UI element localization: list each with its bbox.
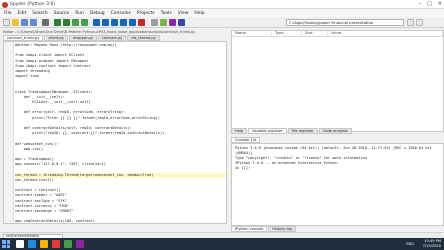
tray-date: 7/19/2020 — [422, 243, 441, 248]
new-file-icon[interactable] — [3, 19, 10, 26]
maximize-pane-icon[interactable] — [151, 19, 158, 26]
file-explorer-taskbar-icon[interactable] — [40, 240, 48, 248]
browse-directory-icon[interactable] — [407, 18, 414, 26]
column-value[interactable]: Value — [328, 31, 443, 36]
variable-explorer[interactable]: Name Type Size Value — [231, 30, 444, 132]
console-line: Python 3.6.6 |Anaconda custom (64-bit)| … — [235, 146, 435, 155]
print-icon[interactable] — [42, 19, 49, 26]
code-editor[interactable]: #Author: Mayank Rasu (http://rasuquant.c… — [3, 41, 227, 224]
step-return-icon[interactable] — [120, 19, 127, 26]
window-controls: – □ ✕ — [419, 1, 442, 7]
step-into-icon[interactable] — [111, 19, 118, 26]
minimize-button[interactable]: – — [419, 1, 422, 7]
preferences-icon[interactable] — [160, 19, 167, 26]
open-folder-icon[interactable] — [12, 19, 19, 26]
column-size[interactable]: Size — [302, 31, 328, 36]
tray-language[interactable]: ENG — [406, 242, 414, 246]
menu-search[interactable]: Search — [32, 11, 47, 16]
menu-source[interactable]: Source — [54, 11, 69, 16]
search-taskbar-icon[interactable] — [16, 240, 24, 248]
column-name[interactable]: Name — [232, 31, 272, 36]
save-icon[interactable] — [21, 19, 28, 26]
tab-variable-explorer[interactable]: Variable explorer — [248, 128, 287, 134]
pythonpath-manager-icon[interactable] — [178, 19, 185, 26]
run-selection-icon[interactable] — [81, 19, 88, 26]
code-lines[interactable]: #Author: Mayank Rasu (http://rasuquant.c… — [15, 43, 226, 223]
tab-file-explorer[interactable]: File explorer — [287, 128, 318, 134]
code-line[interactable]: app.reqContractDetails(100, contract) — [15, 219, 226, 223]
system-tray[interactable]: 10:49 PM 7/19/2020 — [423, 239, 441, 248]
run-cell-icon[interactable] — [63, 19, 70, 26]
parent-directory-icon[interactable] — [416, 18, 423, 26]
tab-code-analysis[interactable]: Code analysis — [318, 128, 352, 134]
column-type[interactable]: Type — [272, 31, 302, 36]
task-view-icon[interactable] — [28, 240, 36, 248]
menu-file[interactable]: File — [4, 11, 12, 16]
windows-taskbar: 10:49 PM 7/19/2020 ENG — [0, 238, 444, 250]
console-line: In [1]: — [235, 166, 251, 170]
menu-tools[interactable]: Tools — [161, 11, 172, 16]
menu-edit[interactable]: Edit — [18, 11, 27, 16]
menu-projects[interactable]: Projects — [137, 11, 155, 16]
ipython-console[interactable]: Python 3.6.6 |Anaconda custom (64-bit)| … — [231, 143, 444, 226]
window-title: Spyder (Python 3.6) — [10, 1, 55, 7]
spyder-logo-icon — [2, 1, 8, 8]
spyder-taskbar-icon[interactable] — [52, 240, 60, 248]
app-taskbar-icon[interactable] — [76, 240, 84, 248]
continue-icon[interactable] — [129, 19, 136, 26]
close-button[interactable]: ✕ — [438, 1, 442, 7]
debug-icon[interactable] — [93, 19, 100, 26]
menu-debug[interactable]: Debug — [90, 11, 105, 16]
menu-help[interactable]: Help — [194, 11, 204, 16]
python-path-icon[interactable] — [169, 19, 176, 26]
right-pane-tabs: Help Variable explorer File explorer Cod… — [231, 128, 444, 135]
tab-help[interactable]: Help — [231, 128, 248, 134]
browser-taskbar-icon[interactable] — [64, 240, 72, 248]
step-icon[interactable] — [102, 19, 109, 26]
working-directory-input[interactable]: C:\Algo\Trading\paper Financial presenta… — [286, 18, 404, 26]
windows-start-icon[interactable] — [2, 240, 10, 248]
variable-explorer-header: Name Type Size Value — [232, 31, 443, 37]
save-all-icon[interactable] — [30, 19, 37, 26]
run-cell-advance-icon[interactable] — [72, 19, 79, 26]
stop-debug-icon[interactable] — [138, 19, 145, 26]
tray-time: 10:49 PM — [424, 239, 441, 243]
maximize-button[interactable]: □ — [427, 1, 432, 7]
menu-run[interactable]: Run — [75, 11, 84, 16]
title-bar: Spyder (Python 3.6) – □ ✕ — [0, 0, 444, 9]
menu-bar: File Edit Search Source Run Debug Consol… — [0, 9, 444, 17]
menu-view[interactable]: View — [178, 11, 189, 16]
menu-consoles[interactable]: Consoles — [111, 11, 131, 16]
line-number-gutter — [4, 42, 14, 223]
run-icon[interactable] — [54, 19, 61, 26]
